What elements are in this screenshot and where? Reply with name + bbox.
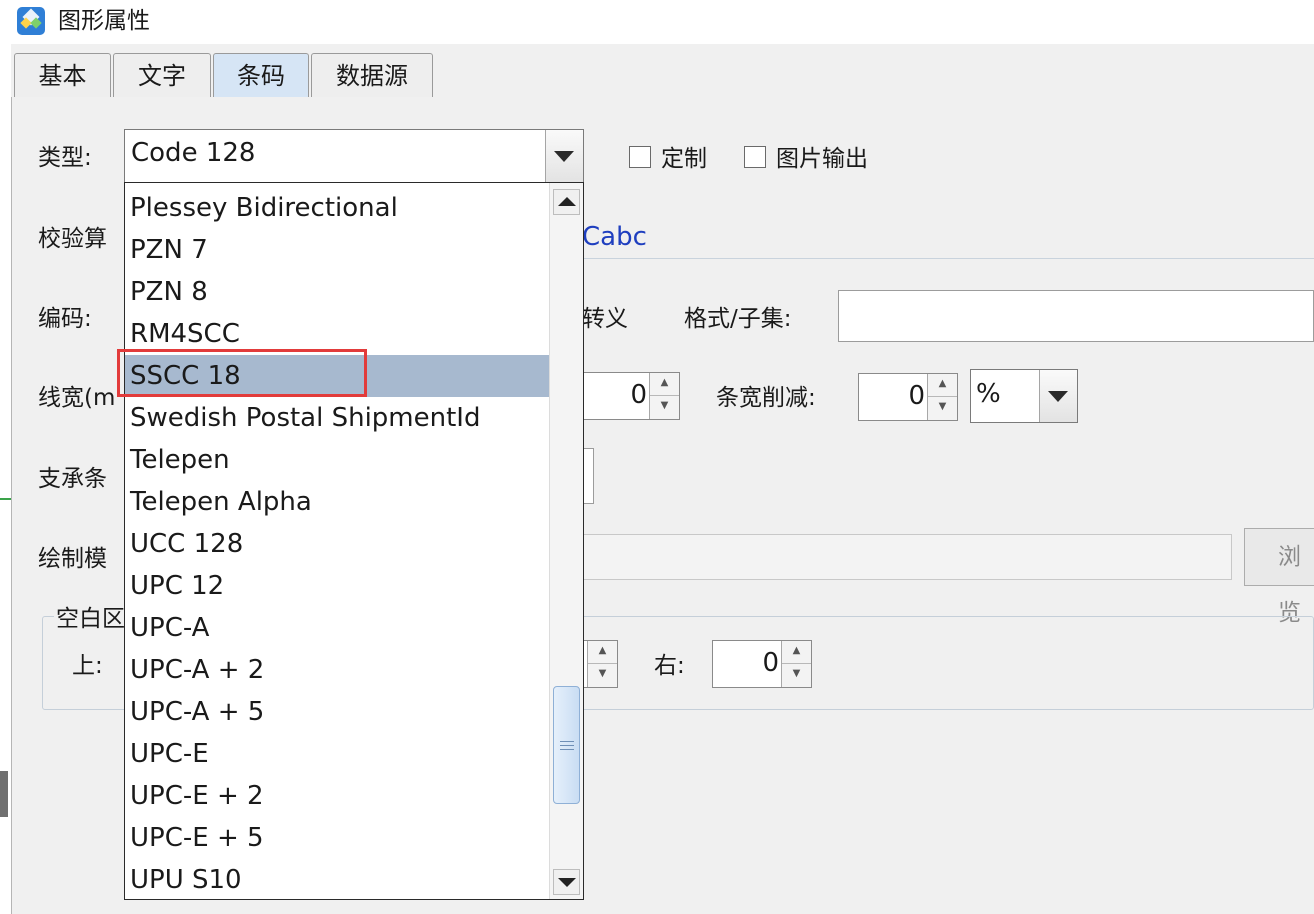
- list-item[interactable]: UPC-A + 5: [125, 691, 549, 733]
- list-item[interactable]: UPC-E: [125, 733, 549, 775]
- format-subset-label: 格式/子集:: [684, 306, 792, 332]
- image-output-checkbox[interactable]: [744, 146, 766, 168]
- escape-label: 转义: [582, 306, 628, 332]
- right-spinner[interactable]: 0 ▲ ▼: [712, 640, 812, 688]
- type-dropdown-button[interactable]: [545, 130, 583, 182]
- bar-reduction-label: 条宽削减:: [716, 385, 816, 411]
- image-output-label: 图片输出: [776, 146, 868, 172]
- right-value: 0: [762, 648, 779, 678]
- list-item[interactable]: Telepen Alpha: [125, 481, 549, 523]
- right-label: 右:: [654, 653, 685, 679]
- list-item[interactable]: UPC 12: [125, 565, 549, 607]
- draw-mode-input[interactable]: [574, 534, 1232, 580]
- left-edge: [0, 44, 11, 914]
- format-subset-input[interactable]: [838, 290, 1314, 342]
- dropdown-scrollbar[interactable]: [549, 183, 583, 899]
- spin-up-icon[interactable]: ▲: [650, 373, 679, 396]
- checksum-label: 校验算: [38, 226, 107, 252]
- spin-up-icon[interactable]: ▲: [588, 641, 617, 664]
- list-item[interactable]: UCC 128: [125, 523, 549, 565]
- list-item[interactable]: UPC-A: [125, 607, 549, 649]
- list-item[interactable]: UPC-E + 2: [125, 775, 549, 817]
- list-item[interactable]: Swedish Postal ShipmentId: [125, 397, 549, 439]
- line-width-spinner[interactable]: 0 ▲ ▼: [574, 372, 680, 420]
- bar-reduction-spinner[interactable]: 0 ▲ ▼: [858, 373, 958, 421]
- list-item[interactable]: UPC-E + 5: [125, 817, 549, 859]
- scroll-up-button[interactable]: [553, 189, 580, 215]
- tab-datasource[interactable]: 数据源: [311, 53, 433, 97]
- chevron-down-icon: [558, 878, 576, 887]
- list-item[interactable]: UPC-A + 2: [125, 649, 549, 691]
- unit-combobox[interactable]: %: [970, 369, 1078, 423]
- type-dropdown-list[interactable]: Plessey Bidirectional PZN 7 PZN 8 RM4SCC…: [124, 182, 584, 900]
- spin-down-icon[interactable]: ▼: [588, 664, 617, 687]
- quiet-zone-label: 空白区: [54, 604, 127, 634]
- tab-barcode[interactable]: 条码: [213, 53, 309, 97]
- browse-button[interactable]: 浏览: [1244, 528, 1314, 626]
- checksum-value[interactable]: Cabc: [582, 222, 647, 252]
- unit-value: %: [976, 379, 1001, 409]
- list-item[interactable]: PZN 8: [125, 271, 549, 313]
- unit-dropdown-button[interactable]: [1039, 370, 1077, 422]
- custom-label: 定制: [661, 146, 707, 172]
- scroll-down-button[interactable]: [553, 869, 580, 895]
- title-bar: 图形属性: [0, 0, 1314, 44]
- spin-up-icon[interactable]: ▲: [782, 641, 811, 664]
- window-title: 图形属性: [58, 8, 150, 34]
- bearer-label: 支承条: [38, 466, 107, 492]
- type-value: Code 128: [131, 138, 256, 168]
- list-item[interactable]: Plessey Bidirectional: [125, 187, 549, 229]
- encoding-label: 编码:: [38, 306, 92, 332]
- spin-down-icon[interactable]: ▼: [782, 664, 811, 687]
- top-label: 上:: [72, 653, 103, 679]
- line-width-value: 0: [630, 380, 647, 410]
- spin-down-icon[interactable]: ▼: [650, 396, 679, 419]
- chevron-down-icon: [554, 151, 574, 162]
- tab-text[interactable]: 文字: [113, 53, 211, 97]
- chevron-down-icon: [1048, 391, 1068, 402]
- custom-checkbox[interactable]: [629, 146, 651, 168]
- list-item[interactable]: UPU S10: [125, 859, 549, 899]
- line-width-label: 线宽(m: [38, 385, 116, 411]
- bar-reduction-value: 0: [908, 381, 925, 411]
- barcode-app-icon: [17, 7, 45, 35]
- scroll-thumb[interactable]: [553, 686, 580, 804]
- spin-down-icon[interactable]: ▼: [928, 397, 957, 420]
- list-item[interactable]: PZN 7: [125, 229, 549, 271]
- selection-highlight-box: [117, 349, 367, 397]
- type-combobox[interactable]: Code 128: [124, 129, 584, 183]
- type-label: 类型:: [38, 145, 92, 171]
- separator: [584, 258, 1314, 259]
- spin-up-icon[interactable]: ▲: [928, 374, 957, 397]
- draw-mode-label: 绘制模: [38, 546, 107, 572]
- tab-basic[interactable]: 基本: [14, 53, 111, 97]
- chevron-up-icon: [558, 197, 576, 206]
- list-item[interactable]: Telepen: [125, 439, 549, 481]
- dropdown-items: Plessey Bidirectional PZN 7 PZN 8 RM4SCC…: [125, 187, 549, 899]
